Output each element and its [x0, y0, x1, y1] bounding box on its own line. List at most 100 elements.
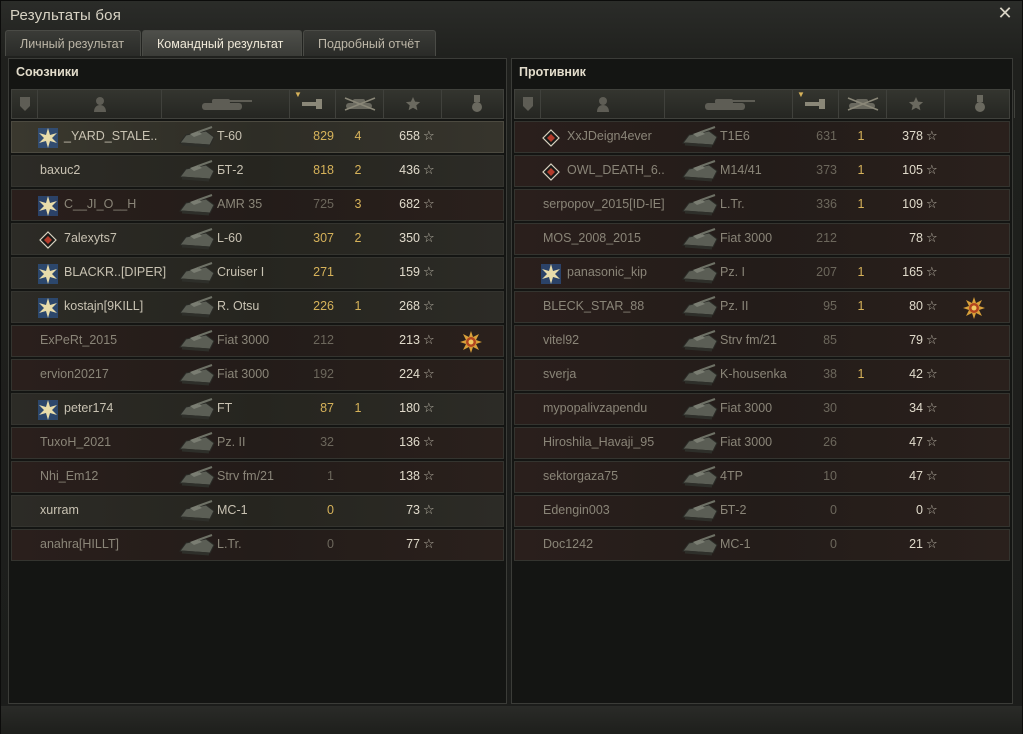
allies-table-header: ▼ [11, 89, 512, 119]
column-header-squad[interactable] [12, 90, 38, 118]
player-row[interactable]: Nhi_Em12 Strv fm/21 1 138 ☆ [11, 461, 504, 493]
player-row[interactable]: xurram MC-1 0 73 ☆ [11, 495, 504, 527]
player-row[interactable]: baxuc2 БТ-2 818 2 436 ☆ [11, 155, 504, 187]
vehicle-name: AMR 35 [217, 197, 263, 211]
vehicle-name: MC-1 [720, 537, 751, 551]
column-header-kills[interactable] [839, 90, 887, 118]
xp-star-icon: ☆ [423, 434, 435, 449]
tank-icon [176, 329, 216, 355]
player-row[interactable]: panasonic_kip Pz. I 207 1 165 ☆ [514, 257, 1010, 289]
player-row[interactable]: OWL_DEATH_6.. M14/41 373 1 105 ☆ [514, 155, 1010, 187]
tank-icon [176, 431, 216, 457]
player-name[interactable]: C__JI_O__H [64, 197, 136, 211]
player-row[interactable]: kostajn[9KILL] R. Otsu 226 1 268 ☆ [11, 291, 504, 323]
xp-value: 213 [399, 333, 420, 347]
column-header-damage[interactable]: ▼ [793, 90, 839, 118]
column-header-vehicle[interactable] [162, 90, 290, 118]
player-row[interactable]: serpopov_2015[ID-IE] L.Tr. 336 1 109 ☆ [514, 189, 1010, 221]
xp-value: 34 [909, 401, 923, 415]
tab-detailed-report[interactable]: Подробный отчёт [303, 30, 436, 56]
column-header-experience[interactable] [384, 90, 442, 118]
vehicle-name: Fiat 3000 [217, 367, 270, 381]
vehicle-name: БТ-2 [720, 503, 747, 517]
player-row[interactable]: Doc1242 MC-1 0 21 ☆ [514, 529, 1010, 561]
xp-value: 47 [909, 435, 923, 449]
xp-value: 105 [902, 163, 923, 177]
player-row[interactable]: BLECK_STAR_88 Pz. II 95 1 80 ☆ [514, 291, 1010, 323]
player-name[interactable]: baxuc2 [40, 163, 80, 177]
player-row[interactable]: sektorgaza75 4TP 10 47 ☆ [514, 461, 1010, 493]
close-icon[interactable]: ✕ [996, 4, 1014, 22]
tab-personal-result[interactable]: Личный результат [5, 30, 141, 56]
player-name[interactable]: sverja [543, 367, 576, 381]
player-name[interactable]: mypopalivzapendu [543, 401, 647, 415]
tank-icon [679, 499, 719, 525]
xp-star-icon: ☆ [926, 128, 938, 143]
column-header-medals[interactable] [945, 90, 1015, 118]
player-name[interactable]: 7alexyts7 [64, 231, 117, 245]
player-name[interactable]: MOS_2008_2015 [543, 231, 641, 245]
player-row[interactable]: MOS_2008_2015 Fiat 3000 212 78 ☆ [514, 223, 1010, 255]
player-row[interactable]: sverja K-housenka 38 1 42 ☆ [514, 359, 1010, 391]
medal-icon[interactable] [460, 331, 482, 353]
column-header-damage[interactable]: ▼ [290, 90, 336, 118]
player-row[interactable]: 7alexyts7 L-60 307 2 350 ☆ [11, 223, 504, 255]
column-header-player[interactable] [38, 90, 162, 118]
player-name[interactable]: Hiroshila_Havaji_95 [543, 435, 654, 449]
player-name[interactable]: Nhi_Em12 [40, 469, 98, 483]
player-name[interactable]: BLECK_STAR_88 [543, 299, 644, 313]
player-name[interactable]: Doc1242 [543, 537, 593, 551]
player-row[interactable]: _YARD_STALE.. T-60 829 4 658 ☆ [11, 121, 504, 153]
player-row[interactable]: vitel92 Strv fm/21 85 79 ☆ [514, 325, 1010, 357]
column-header-squad[interactable] [515, 90, 541, 118]
player-row[interactable]: peter174 FT 87 1 180 ☆ [11, 393, 504, 425]
column-header-player[interactable] [541, 90, 665, 118]
player-name[interactable]: peter174 [64, 401, 113, 415]
medal-icon[interactable] [963, 297, 985, 319]
player-name[interactable]: panasonic_kip [567, 265, 647, 279]
kills-value: 1 [354, 401, 362, 415]
player-name[interactable]: ervion20217 [40, 367, 109, 381]
player-row[interactable]: ExPeRt_2015 Fiat 3000 212 213 ☆ [11, 325, 504, 357]
player-name[interactable]: Edengin003 [543, 503, 610, 517]
player-row[interactable]: BLACKR..[DIPER] Cruiser I 271 159 ☆ [11, 257, 504, 289]
xp-star-icon: ☆ [423, 162, 435, 177]
player-row[interactable]: mypopalivzapendu Fiat 3000 30 34 ☆ [514, 393, 1010, 425]
tank-icon [679, 329, 719, 355]
damage-value: 87 [320, 401, 334, 415]
player-name[interactable]: ExPeRt_2015 [40, 333, 117, 347]
player-name[interactable]: vitel92 [543, 333, 579, 347]
xp-value: 165 [902, 265, 923, 279]
medal-column-icon [974, 95, 986, 113]
xp-value: 80 [909, 299, 923, 313]
player-name[interactable]: OWL_DEATH_6.. [567, 163, 665, 177]
column-header-vehicle[interactable] [665, 90, 793, 118]
player-row[interactable]: Edengin003 БТ-2 0 0 ☆ [514, 495, 1010, 527]
player-name[interactable]: anahra[HILLT] [40, 537, 119, 551]
tank-icon [679, 227, 719, 253]
player-row[interactable]: anahra[HILLT] L.Tr. 0 77 ☆ [11, 529, 504, 561]
player-row[interactable]: Hiroshila_Havaji_95 Fiat 3000 26 47 ☆ [514, 427, 1010, 459]
player-name[interactable]: serpopov_2015[ID-IE] [543, 197, 665, 211]
column-header-kills[interactable] [336, 90, 384, 118]
player-name[interactable]: sektorgaza75 [543, 469, 618, 483]
damage-value: 26 [823, 435, 837, 449]
player-row[interactable]: TuxoH_2021 Pz. II 32 136 ☆ [11, 427, 504, 459]
player-row[interactable]: ervion20217 Fiat 3000 192 224 ☆ [11, 359, 504, 391]
damage-value: 38 [823, 367, 837, 381]
xp-value: 658 [399, 129, 420, 143]
tank-icon [198, 97, 254, 111]
xp-value: 47 [909, 469, 923, 483]
player-row[interactable]: XxJDeign4ever T1E6 631 1 378 ☆ [514, 121, 1010, 153]
player-name[interactable]: kostajn[9KILL] [64, 299, 143, 313]
tab-team-result[interactable]: Командный результат [142, 30, 302, 56]
player-name[interactable]: xurram [40, 503, 79, 517]
player-name[interactable]: XxJDeign4ever [567, 129, 652, 143]
star-badge-icon [38, 196, 58, 216]
player-name[interactable]: _YARD_STALE.. [64, 129, 157, 143]
player-name[interactable]: BLACKR..[DIPER] [64, 265, 166, 279]
player-name[interactable]: TuxoH_2021 [40, 435, 111, 449]
column-header-medals[interactable] [442, 90, 512, 118]
player-row[interactable]: C__JI_O__H AMR 35 725 3 682 ☆ [11, 189, 504, 221]
column-header-experience[interactable] [887, 90, 945, 118]
